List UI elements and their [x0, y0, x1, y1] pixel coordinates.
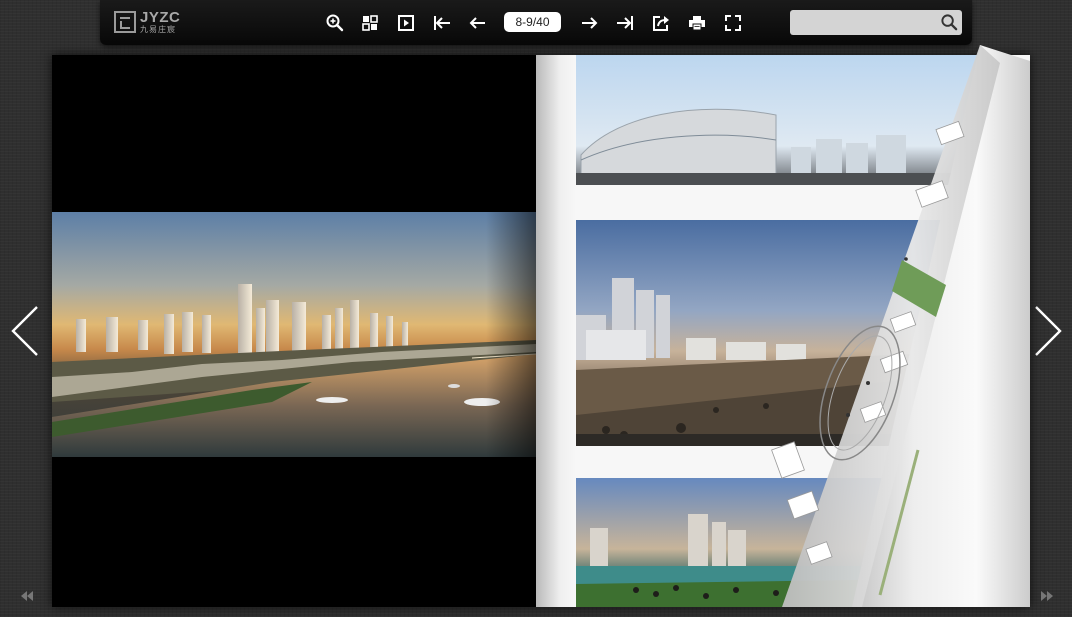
first-page-button[interactable] [431, 12, 453, 34]
thumbnails-icon [362, 15, 378, 31]
zoom-in-icon [326, 14, 344, 32]
share-button[interactable] [650, 12, 672, 34]
previous-page-arrow[interactable] [10, 305, 40, 357]
previous-page-icon [469, 17, 485, 29]
fullscreen-icon [725, 15, 741, 31]
city-skyline-image [52, 284, 536, 457]
previous-page-button[interactable] [467, 12, 489, 34]
zoom-in-button[interactable] [324, 12, 346, 34]
fullscreen-button[interactable] [722, 12, 744, 34]
page-indicator[interactable]: 8-9/40 [504, 12, 561, 32]
search-button[interactable] [940, 13, 959, 32]
left-page-photo [52, 212, 536, 457]
last-page-icon [617, 16, 633, 30]
first-page-corner-button[interactable] [19, 589, 35, 603]
logo-text: JYZC [140, 9, 181, 26]
print-button[interactable] [686, 12, 708, 34]
left-page[interactable] [52, 55, 536, 607]
logo-subtext: 九易庄宸 [140, 25, 176, 34]
fast-forward-icon [1041, 591, 1053, 601]
search-icon [941, 14, 958, 31]
next-page-icon [582, 17, 598, 29]
chevron-right-icon [1035, 306, 1062, 356]
toolbar: JYZC 九易庄宸 8-9/40 [100, 0, 972, 45]
last-page-button[interactable] [614, 12, 636, 34]
logo-mark-icon [114, 11, 136, 33]
flipbook[interactable] [52, 45, 1030, 607]
thumbnails-button[interactable] [359, 12, 381, 34]
autoplay-button[interactable] [395, 12, 417, 34]
chevron-left-icon [11, 306, 38, 356]
autoplay-icon [398, 15, 414, 31]
search-input[interactable] [790, 10, 936, 35]
next-page-arrow[interactable] [1033, 305, 1063, 357]
rewind-icon [21, 591, 33, 601]
page-curl[interactable] [742, 45, 1030, 607]
next-page-button[interactable] [578, 12, 600, 34]
print-icon [689, 16, 705, 31]
first-page-icon [434, 16, 450, 30]
last-page-corner-button[interactable] [1039, 589, 1055, 603]
logo: JYZC 九易庄宸 [114, 10, 188, 34]
search-box [790, 10, 962, 35]
share-icon [653, 16, 669, 31]
